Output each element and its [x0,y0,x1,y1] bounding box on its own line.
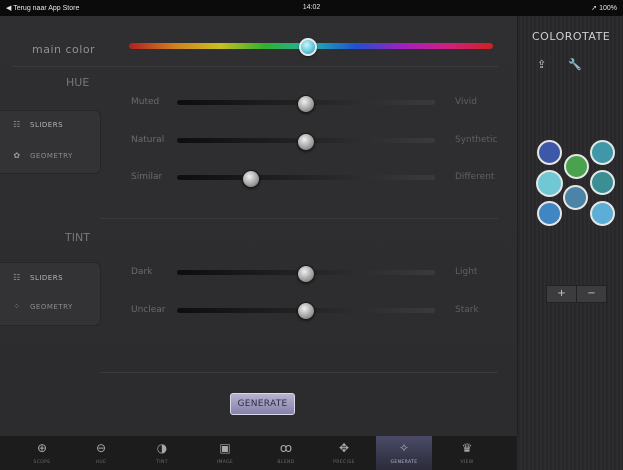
hue-mode-geometry[interactable]: ✿ GEOMETRY [10,151,73,160]
scope-icon: ⊕ [36,441,48,455]
add-color-button[interactable]: + [546,285,577,303]
slider-left-label: Similar [131,172,163,182]
app-title: COLOROTATE [532,30,611,43]
tab-label: SCOPE [33,460,51,465]
divider [100,218,498,219]
slider-right-label: Synthetic [455,135,498,145]
hue-mode-geometry-label: GEOMETRY [30,151,73,160]
tab-image[interactable]: ▣ IMAGE [197,436,253,470]
slider-right-label: Different [455,172,495,182]
unclear-stark-knob[interactable] [297,302,315,320]
color-swatch[interactable] [590,170,615,195]
generate-button[interactable]: GENERATE [230,393,295,415]
main-color-label: main color [32,43,96,56]
clock: 14:02 [302,4,321,11]
color-swatch[interactable] [537,140,562,165]
color-swatch[interactable] [590,201,615,226]
tab-label: BLEND [277,460,295,465]
color-swatch[interactable] [590,140,615,165]
remove-color-button[interactable]: − [576,285,607,303]
blend-icon: ꝏ [279,441,293,455]
divider [100,372,498,373]
hue-icon: ⊖ [95,441,107,455]
similar-different-slider[interactable] [177,175,435,180]
generate-icon: ✧ [398,441,410,455]
slider-left-label: Unclear [131,305,166,315]
tint-icon: ◑ [156,441,168,455]
tint-mode-sliders[interactable]: ☷ SLIDERS [10,273,63,282]
slider-right-label: Stark [455,305,479,315]
tab-label: PRECISE [333,460,355,465]
share-icon[interactable]: ⇪ [537,58,546,71]
tab-tint[interactable]: ◑ TINT [134,436,190,470]
dark-light-knob[interactable] [297,265,315,283]
wrench-icon[interactable]: 🔧 [568,58,582,71]
tab-label: IMAGE [216,460,234,465]
status-bar: ◀ Terug naar App Store 14:02 ➚ 100% [0,0,623,16]
divider [12,66,498,67]
slider-left-label: Dark [131,267,153,277]
tab-hue[interactable]: ⊖ HUE [73,436,129,470]
tint-section-title: TINT [65,231,90,244]
tint-mode-geometry[interactable]: ⁘ GEOMETRY [10,302,73,311]
tab-view[interactable]: ♛ VIEW [439,436,495,470]
slider-left-label: Muted [131,97,160,107]
hue-mode-sliders-label: SLIDERS [30,120,64,129]
tab-label: TINT [156,460,168,465]
tab-generate[interactable]: ✧ GENERATE [376,436,432,470]
tab-precise[interactable]: ✥ PRECISE [316,436,372,470]
flower-icon: ✿ [13,151,21,160]
slider-right-label: Light [455,267,478,277]
main-color-knob[interactable] [299,38,317,56]
precise-icon: ✥ [338,441,350,455]
tab-label: GENERATE [390,460,418,465]
color-swatch[interactable] [537,201,562,226]
tab-label: VIEW [460,460,474,465]
slider-right-label: Vivid [455,97,477,107]
tab-label: HUE [95,460,107,465]
color-swatch[interactable] [563,185,588,210]
bottom-tab-bar: ⊕ SCOPE ⊖ HUE ◑ TINT ▣ IMAGE ꝏ BLEND ✥ P… [0,436,517,470]
muted-vivid-knob[interactable] [297,95,315,113]
slider-left-label: Natural [131,135,165,145]
sliders-icon: ☷ [13,273,21,282]
hue-section-title: HUE [66,76,90,89]
tab-blend[interactable]: ꝏ BLEND [258,436,314,470]
color-swatch[interactable] [564,154,589,179]
hue-mode-sliders[interactable]: ☷ SLIDERS [10,120,63,129]
battery-indicator: ➚ 100% [591,5,617,12]
tint-mode-sliders-label: SLIDERS [30,273,64,282]
color-swatch-selected[interactable] [536,170,563,197]
tint-mode-panel [0,262,101,326]
image-icon: ▣ [219,441,231,455]
natural-synthetic-knob[interactable] [297,133,315,151]
similar-different-knob[interactable] [242,170,260,188]
sliders-icon: ☷ [13,120,21,129]
palette-panel [518,16,623,470]
view-icon: ♛ [461,441,473,455]
tint-mode-geometry-label: GEOMETRY [30,302,73,311]
tab-scope[interactable]: ⊕ SCOPE [14,436,70,470]
dots-icon: ⁘ [13,302,21,311]
